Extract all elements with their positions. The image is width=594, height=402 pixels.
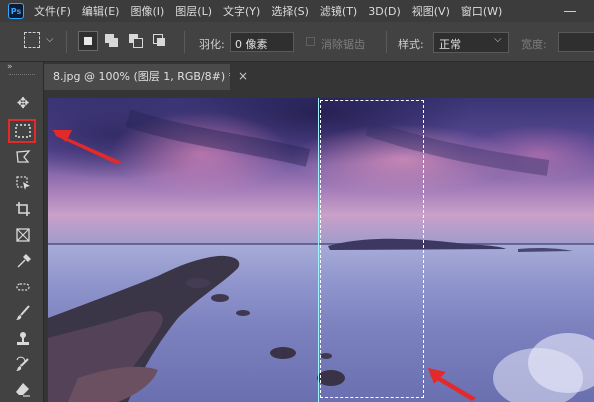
- menu-bar: Ps 文件(F) 编辑(E) 图像(I) 图层(L) 文字(Y) 选择(S) 滤…: [0, 0, 594, 22]
- subtract-from-selection-button[interactable]: [126, 31, 146, 51]
- frame-icon: [16, 228, 30, 242]
- tool-preset-marquee-icon[interactable]: [24, 32, 40, 48]
- menu-filter[interactable]: 滤镜(T): [320, 3, 357, 19]
- document-tab[interactable]: 8.jpg @ 100% (图层 1, RGB/8#) *: [44, 64, 230, 90]
- tools-panel: » ✥: [0, 62, 44, 402]
- menu-file[interactable]: 文件(F): [34, 3, 71, 19]
- crop-tool[interactable]: [10, 198, 36, 220]
- annotation-arrow-selection: [428, 368, 476, 401]
- eraser-tool[interactable]: [10, 378, 36, 400]
- marquee-tool-highlight: [8, 119, 36, 143]
- antialias-label: 消除锯齿: [321, 38, 365, 51]
- photoshop-logo[interactable]: Ps: [8, 3, 24, 19]
- menu-type[interactable]: 文字(Y): [223, 3, 260, 19]
- menu-window[interactable]: 窗口(W): [461, 3, 502, 19]
- new-selection-button[interactable]: [78, 31, 98, 51]
- crop-icon: [16, 202, 30, 216]
- chevron-down-icon: ⌵: [494, 34, 502, 45]
- collapse-panel-icon[interactable]: »: [7, 62, 12, 72]
- selection-guide-line: [318, 98, 319, 402]
- canvas-area[interactable]: [44, 90, 594, 402]
- history-brush-tool[interactable]: [10, 354, 36, 376]
- marquee-selection[interactable]: [320, 100, 424, 398]
- eraser-icon: [16, 383, 30, 397]
- brush-icon: [16, 305, 30, 320]
- style-label: 样式:: [398, 38, 424, 51]
- eyedropper-icon: [17, 254, 31, 268]
- intersect-selection-button[interactable]: [150, 31, 170, 51]
- history-brush-icon: [16, 356, 29, 371]
- close-icon[interactable]: ×: [238, 69, 248, 83]
- chevron-down-icon[interactable]: ⌵: [46, 34, 54, 45]
- options-separator: [184, 31, 185, 53]
- options-bar: ⌵ 羽化: 0 像素 消除锯齿 样式: 正常 ⌵ 宽度:: [0, 22, 594, 62]
- move-icon: ✥: [16, 93, 30, 112]
- menu-3d[interactable]: 3D(D): [368, 5, 401, 18]
- panel-grip[interactable]: [9, 74, 35, 77]
- options-separator: [386, 31, 387, 53]
- stamp-icon: [17, 332, 29, 345]
- feather-input[interactable]: 0 像素: [230, 32, 294, 52]
- document-canvas[interactable]: [48, 98, 594, 402]
- spot-healing-tool[interactable]: [10, 276, 36, 298]
- add-to-selection-button[interactable]: [102, 31, 122, 51]
- object-selection-tool[interactable]: [10, 172, 36, 194]
- eyedropper-tool[interactable]: [10, 250, 36, 272]
- clone-stamp-tool[interactable]: [10, 328, 36, 350]
- width-label: 宽度:: [521, 38, 547, 51]
- minimize-icon[interactable]: [564, 4, 576, 16]
- object-selection-icon: [16, 176, 30, 190]
- document-tab-bar: 8.jpg @ 100% (图层 1, RGB/8#) * ×: [44, 62, 594, 90]
- move-tool[interactable]: ✥: [10, 92, 36, 114]
- brush-tool[interactable]: [10, 302, 36, 324]
- healing-brush-icon: [16, 283, 30, 291]
- menu-select[interactable]: 选择(S): [271, 3, 309, 19]
- menu-layer[interactable]: 图层(L): [175, 3, 212, 19]
- menu-view[interactable]: 视图(V): [412, 3, 450, 19]
- options-separator: [66, 31, 67, 53]
- menu-edit[interactable]: 编辑(E): [82, 3, 120, 19]
- annotation-arrow-tool: [52, 130, 122, 164]
- lasso-tool[interactable]: [10, 146, 36, 168]
- menu-image[interactable]: 图像(I): [130, 3, 164, 19]
- feather-label: 羽化:: [199, 38, 225, 51]
- lasso-icon: [16, 150, 31, 163]
- antialias-checkbox[interactable]: [306, 37, 315, 46]
- width-input[interactable]: [558, 32, 594, 52]
- frame-tool[interactable]: [10, 224, 36, 246]
